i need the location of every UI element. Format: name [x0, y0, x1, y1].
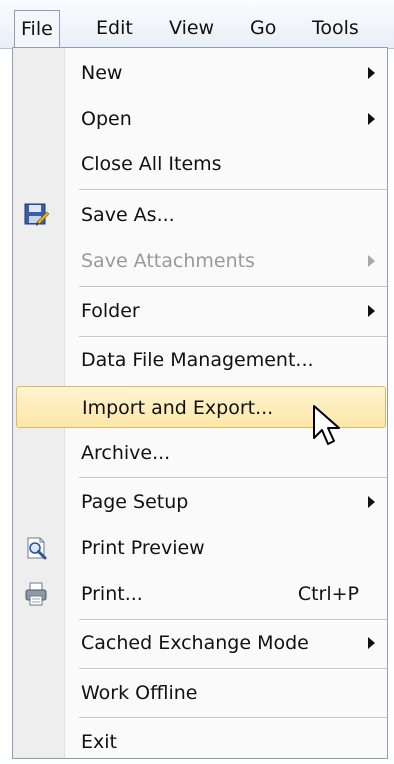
- menu-item-label: Save Attachments: [81, 250, 255, 272]
- submenu-arrow-icon: [368, 637, 375, 649]
- menu-item-close-all-items[interactable]: Close All Items: [15, 143, 385, 185]
- menu-item-new[interactable]: New: [15, 52, 385, 94]
- menu-item-label: New: [81, 62, 123, 84]
- menu-item-label: Work Offline: [81, 682, 198, 704]
- menu-item-open[interactable]: Open: [15, 98, 385, 140]
- menu-bar: File Edit View Go Tools: [0, 0, 394, 49]
- file-menu-dropdown: New Open Close All Items Save As... Save…: [12, 47, 388, 759]
- menu-item-label: Data File Management...: [81, 349, 314, 371]
- menu-item-label: Page Setup: [81, 491, 189, 513]
- menu-item-cached-exchange-mode[interactable]: Cached Exchange Mode: [15, 622, 385, 664]
- menu-item-print-preview[interactable]: Print Preview: [15, 527, 385, 569]
- menu-separator: [79, 668, 387, 670]
- menu-file[interactable]: File: [14, 10, 60, 49]
- menu-separator: [79, 619, 387, 621]
- menu-item-data-file-management[interactable]: Data File Management...: [15, 339, 385, 381]
- menu-item-label: Cached Exchange Mode: [81, 632, 309, 654]
- menu-item-label: Exit: [81, 731, 117, 753]
- menu-edit[interactable]: Edit: [90, 10, 139, 46]
- menu-item-work-offline[interactable]: Work Offline: [15, 672, 385, 714]
- menu-item-label: Save As...: [81, 204, 175, 226]
- menu-separator: [79, 286, 387, 288]
- outlook-window: File Edit View Go Tools New Open Close A…: [0, 0, 394, 764]
- menu-item-label: Print...: [81, 583, 143, 605]
- menu-item-folder[interactable]: Folder: [15, 290, 385, 332]
- shortcut-label: Ctrl+P: [297, 583, 359, 605]
- print-preview-icon: [27, 537, 47, 560]
- menu-item-label: Open: [81, 108, 132, 130]
- printer-icon: [25, 582, 47, 606]
- menu-separator: [79, 717, 387, 719]
- menu-item-save-as[interactable]: Save As...: [15, 194, 385, 236]
- menu-separator: [79, 189, 387, 191]
- submenu-arrow-icon: [368, 496, 375, 508]
- menu-view[interactable]: View: [163, 10, 220, 46]
- submenu-arrow-icon: [368, 305, 375, 317]
- save-as-icon: [24, 203, 49, 226]
- submenu-arrow-icon: [368, 113, 375, 125]
- menu-separator: [79, 336, 387, 338]
- menu-item-save-attachments: Save Attachments: [15, 240, 385, 282]
- menu-item-label: Import and Export...: [82, 397, 274, 419]
- menu-item-label: Print Preview: [81, 537, 205, 559]
- menu-item-exit[interactable]: Exit: [15, 721, 385, 763]
- submenu-arrow-icon: [368, 255, 375, 267]
- mouse-pointer-icon: [313, 405, 340, 445]
- menu-go[interactable]: Go: [244, 10, 282, 46]
- menu-item-label: Folder: [81, 300, 140, 322]
- menu-tools[interactable]: Tools: [306, 10, 365, 46]
- menu-item-print[interactable]: Print... Ctrl+P: [15, 573, 385, 615]
- menu-separator: [79, 477, 387, 479]
- menu-item-label: Close All Items: [81, 153, 222, 175]
- menu-item-page-setup[interactable]: Page Setup: [15, 481, 385, 523]
- menu-item-label: Archive...: [81, 442, 171, 464]
- submenu-arrow-icon: [368, 67, 375, 79]
